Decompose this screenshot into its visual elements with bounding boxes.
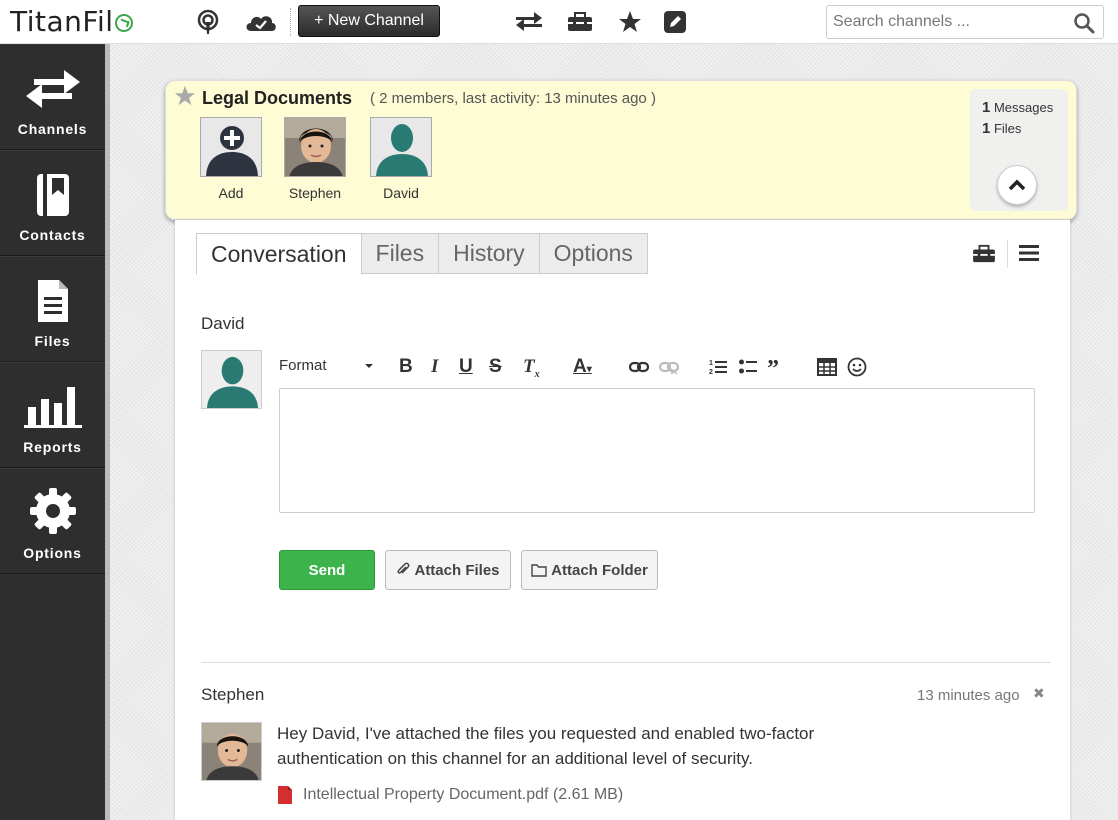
new-channel-button[interactable]: + New Channel xyxy=(298,5,440,37)
sidebar-item-label: Contacts xyxy=(19,227,86,243)
message-editor[interactable] xyxy=(279,388,1035,513)
clear-format-icon[interactable]: Tx xyxy=(523,356,540,380)
sidebar-item-label: Reports xyxy=(23,439,82,455)
emoji-icon[interactable] xyxy=(847,357,867,383)
editor-toolbar: Format B I U S Tx A▾ 12 ” xyxy=(279,354,879,382)
channel-title: Legal Documents xyxy=(202,88,353,108)
conversation-panel: Conversation Files History Options David… xyxy=(175,220,1070,820)
files-stat: 1 Files xyxy=(982,120,1021,137)
channel-stats: 1 Messages 1 Files xyxy=(970,89,1068,211)
member-stephen[interactable]: Stephen xyxy=(284,117,346,201)
message-divider xyxy=(201,662,1051,663)
tab-files[interactable]: Files xyxy=(360,233,440,274)
numbered-list-icon[interactable]: 12 xyxy=(709,358,727,382)
channel-header: Legal Documents ( 2 members, last activi… xyxy=(165,80,1077,220)
chevron-up-icon xyxy=(1008,179,1026,191)
transfer-arrows-icon[interactable] xyxy=(514,8,544,36)
hamburger-menu-icon[interactable] xyxy=(1019,244,1039,267)
strikethrough-icon[interactable]: S xyxy=(489,356,502,378)
channel-meta: ( 2 members, last activity: 13 minutes a… xyxy=(370,90,656,107)
sidebar-item-channels[interactable]: Channels xyxy=(0,44,105,150)
star-icon[interactable] xyxy=(616,8,644,36)
svg-text:1: 1 xyxy=(709,360,713,367)
favorite-star-icon[interactable] xyxy=(174,85,196,112)
paperclip-icon xyxy=(397,562,410,574)
message-time: 13 minutes ago xyxy=(917,687,1020,704)
composer-author: David xyxy=(201,314,245,333)
folder-icon xyxy=(531,564,547,577)
unlink-icon[interactable] xyxy=(658,358,680,380)
top-bar: TitanFil + New Channel xyxy=(0,0,1118,44)
sidebar-item-options[interactable]: Options xyxy=(0,468,105,574)
attach-folder-label: Attach Folder xyxy=(551,561,648,579)
add-member-button[interactable]: Add xyxy=(200,117,262,201)
tools-separator xyxy=(1007,240,1008,268)
attach-folder-button[interactable]: Attach Folder xyxy=(521,550,658,590)
gear-icon xyxy=(29,488,76,534)
tab-options[interactable]: Options xyxy=(538,233,648,274)
member-name: Add xyxy=(218,185,244,201)
sidebar-item-label: Options xyxy=(23,545,82,561)
sidebar: Channels Contacts Files Reports Options xyxy=(0,44,105,820)
cloud-check-icon[interactable] xyxy=(244,8,278,36)
tab-history[interactable]: History xyxy=(438,233,540,274)
logo-swirl-icon xyxy=(114,14,133,32)
link-icon[interactable] xyxy=(628,358,650,380)
format-caret-icon[interactable] xyxy=(365,364,373,368)
sidebar-item-label: Files xyxy=(34,333,71,349)
tab-conversation[interactable]: Conversation xyxy=(196,233,362,275)
member-name: David xyxy=(383,185,419,201)
avatar xyxy=(201,722,262,781)
sidebar-item-files[interactable]: Files xyxy=(0,256,105,362)
avatar xyxy=(201,350,262,409)
channel-toolbox-icon[interactable] xyxy=(971,244,997,269)
tab-bar: Conversation Files History Options xyxy=(196,233,648,275)
sidebar-item-contacts[interactable]: Contacts xyxy=(0,150,105,256)
text-color-icon[interactable]: A▾ xyxy=(573,356,592,378)
member-name: Stephen xyxy=(288,185,342,201)
collapse-header-button[interactable] xyxy=(997,165,1037,205)
reports-icon xyxy=(23,387,82,428)
search-icon[interactable] xyxy=(1073,12,1095,39)
italic-icon[interactable]: I xyxy=(431,356,438,378)
attachment-name: Intellectual Property Document.pdf (2.61… xyxy=(303,786,624,803)
bold-icon[interactable]: B xyxy=(399,356,413,378)
channels-icon xyxy=(25,70,80,108)
avatar xyxy=(370,117,432,177)
blockquote-icon[interactable]: ” xyxy=(767,356,779,383)
table-icon[interactable] xyxy=(817,358,837,382)
sidebar-item-reports[interactable]: Reports xyxy=(0,362,105,468)
messages-label: Messages xyxy=(993,100,1054,115)
contacts-icon xyxy=(36,174,69,216)
underline-icon[interactable]: U xyxy=(459,356,473,378)
edit-icon[interactable] xyxy=(661,8,689,36)
sidebar-item-label: Channels xyxy=(17,121,88,137)
format-dropdown[interactable]: Format xyxy=(279,357,327,374)
files-label: Files xyxy=(993,121,1022,136)
toolbox-icon[interactable] xyxy=(566,8,594,36)
send-button[interactable]: Send xyxy=(279,550,375,590)
bullet-list-icon[interactable] xyxy=(739,358,757,382)
message-body: Hey David, I've attached the files you r… xyxy=(277,724,815,768)
toolbar-separator xyxy=(290,8,291,36)
member-david[interactable]: David xyxy=(370,117,432,201)
message-author: Stephen xyxy=(201,685,265,704)
attach-files-label: Attach Files xyxy=(414,561,500,579)
broadcast-icon[interactable] xyxy=(194,8,222,36)
files-icon xyxy=(37,280,68,322)
messages-count: 1 xyxy=(982,99,991,116)
search-box xyxy=(826,5,1104,39)
app-logo[interactable]: TitanFil xyxy=(10,5,133,38)
avatar xyxy=(200,117,262,177)
svg-text:2: 2 xyxy=(709,369,713,376)
attachment-link[interactable]: Intellectual Property Document.pdf (2.61… xyxy=(277,785,623,805)
files-count: 1 xyxy=(982,120,991,137)
messages-stat: 1 Messages xyxy=(982,99,1053,116)
avatar xyxy=(284,117,346,177)
search-input[interactable] xyxy=(833,12,1065,32)
app-logo-text: TitanFil xyxy=(10,5,114,38)
attach-files-button[interactable]: Attach Files xyxy=(385,550,511,590)
pdf-file-icon xyxy=(278,786,292,804)
delete-message-icon[interactable]: ✖ xyxy=(1033,685,1045,702)
